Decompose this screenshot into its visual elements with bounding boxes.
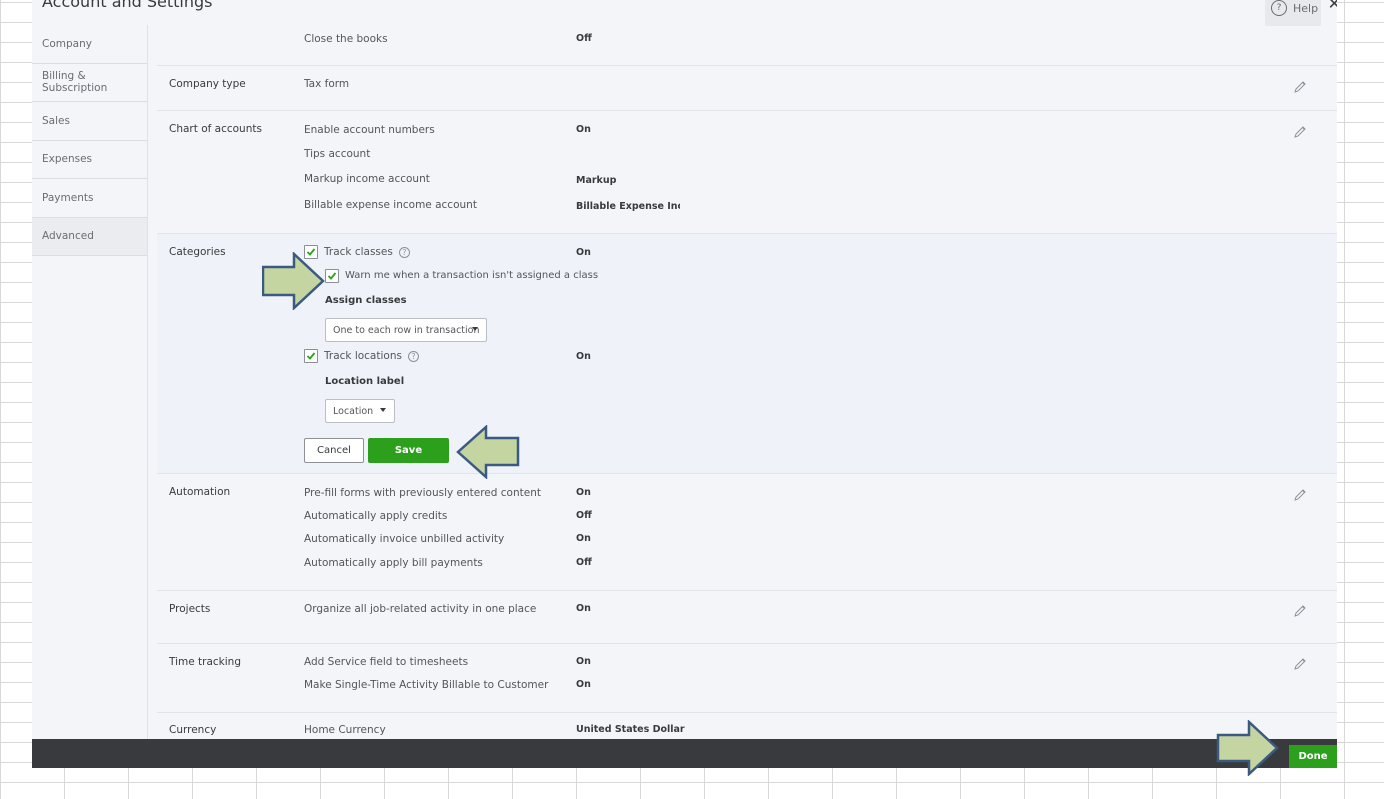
row-value: On — [576, 487, 591, 498]
location-label-heading: Location label — [325, 376, 405, 387]
row-label: Tax form — [304, 78, 350, 90]
section-label: Company type — [169, 78, 246, 90]
row-label: Automatically apply credits — [304, 510, 448, 522]
section-label: Chart of accounts — [169, 123, 262, 135]
row-value: On — [576, 351, 591, 362]
row-value: On — [576, 533, 591, 544]
section-automation[interactable]: Automation Pre-fill forms with previousl… — [157, 474, 1337, 591]
warn-unassigned-label: Warn me when a transaction isn't assigne… — [345, 270, 599, 281]
row-value: On — [576, 124, 591, 135]
row-value: On — [576, 247, 591, 258]
row-value: Markup — [576, 175, 617, 186]
section-company-type[interactable]: Company type Tax form — [157, 66, 1337, 111]
sidebar-item-payments[interactable]: Payments — [32, 179, 148, 218]
pencil-icon[interactable] — [1293, 488, 1307, 502]
sidebar-item-label: Advanced — [42, 230, 94, 243]
row-label: Enable account numbers — [304, 124, 435, 136]
annotation-arrow-right-icon — [262, 252, 325, 310]
pencil-icon[interactable] — [1293, 80, 1307, 94]
warn-unassigned-checkbox[interactable] — [325, 269, 339, 283]
cancel-button[interactable]: Cancel — [304, 438, 364, 463]
row-label: Automatically apply bill payments — [304, 557, 483, 569]
row-label: Add Service field to timesheets — [304, 656, 469, 668]
row-label: Home Currency — [304, 724, 386, 736]
row-label: Make Single-Time Activity Billable to Cu… — [304, 679, 549, 691]
row-value: Off — [576, 33, 592, 44]
sidebar-item-sales[interactable]: Sales — [32, 102, 148, 141]
help-question-icon[interactable]: ? — [407, 350, 419, 362]
select-value: One to each row in transaction — [333, 324, 480, 336]
checkmark-icon — [327, 272, 337, 280]
settings-modal: Account and Settings ? Help ✕ Company Bi… — [32, 0, 1337, 768]
sidebar-item-label: Billing & Subscription — [42, 70, 108, 95]
sidebar-item-label: Sales — [42, 114, 70, 127]
section-label: Projects — [169, 603, 211, 615]
annotation-arrow-left-icon — [456, 425, 520, 479]
select-value: Location — [333, 405, 374, 417]
section-categories: Categories Track classes? On Warn me whe… — [157, 234, 1337, 474]
caret-down-icon — [472, 327, 478, 331]
assign-classes-heading: Assign classes — [325, 295, 407, 306]
annotation-arrow-right-icon — [1216, 720, 1279, 776]
row-value: Billable Expense Income — [576, 201, 680, 212]
pencil-icon[interactable] — [1293, 604, 1307, 618]
row-value: On — [576, 603, 591, 614]
track-locations-checkbox[interactable] — [304, 349, 318, 363]
row-label: Organize all job-related activity in one… — [304, 603, 537, 615]
sidebar-item-label: Company — [42, 37, 92, 50]
settings-content: Close the books Off Company type Tax for… — [157, 0, 1337, 740]
row-label: Billable expense income account — [304, 199, 477, 211]
sidebar-item-label: Expenses — [42, 153, 93, 166]
row-value: United States Dollar — [576, 724, 685, 735]
done-button[interactable]: Done — [1289, 745, 1337, 768]
section-time-tracking[interactable]: Time tracking Add Service field to times… — [157, 644, 1337, 713]
sidebar-divider — [147, 25, 148, 745]
sidebar-item-expenses[interactable]: Expenses — [32, 141, 148, 179]
section-label: Time tracking — [169, 656, 241, 668]
track-locations-label: Track locations? — [324, 350, 419, 362]
row-label: Tips account — [304, 148, 371, 160]
pencil-icon[interactable] — [1293, 125, 1307, 139]
sidebar-item-billing[interactable]: Billing & Subscription — [32, 64, 148, 102]
row-value: Off — [576, 557, 592, 568]
section-label: Categories — [169, 246, 226, 258]
section-projects[interactable]: Projects Organize all job-related activi… — [157, 591, 1337, 644]
section-accounting[interactable]: Close the books Off — [157, 0, 1337, 66]
save-button[interactable]: Save — [368, 438, 449, 463]
checkmark-icon — [306, 352, 316, 360]
help-question-icon[interactable]: ? — [398, 246, 410, 258]
assign-classes-select[interactable]: One to each row in transaction — [325, 318, 487, 342]
section-label: Automation — [169, 486, 231, 498]
settings-sidebar: Company Billing & Subscription Sales Exp… — [32, 25, 148, 256]
section-label: Currency — [169, 724, 217, 736]
sidebar-item-label: Payments — [42, 191, 94, 204]
track-classes-label: Track classes? — [324, 246, 410, 258]
location-label-select[interactable]: Location — [325, 399, 395, 423]
row-label: Close the books — [304, 33, 388, 45]
section-chart-of-accounts[interactable]: Chart of accounts Enable account numbers… — [157, 111, 1337, 234]
row-label: Pre-fill forms with previously entered c… — [304, 487, 541, 499]
modal-footer: Done — [32, 739, 1337, 768]
sidebar-item-company[interactable]: Company — [32, 25, 148, 64]
row-label: Automatically invoice unbilled activity — [304, 533, 505, 545]
row-value: On — [576, 656, 591, 667]
sidebar-item-advanced[interactable]: Advanced — [32, 217, 148, 256]
row-value: Off — [576, 510, 592, 521]
caret-down-icon — [380, 408, 386, 412]
pencil-icon[interactable] — [1293, 657, 1307, 671]
row-value: On — [576, 679, 591, 690]
row-label: Markup income account — [304, 173, 430, 185]
